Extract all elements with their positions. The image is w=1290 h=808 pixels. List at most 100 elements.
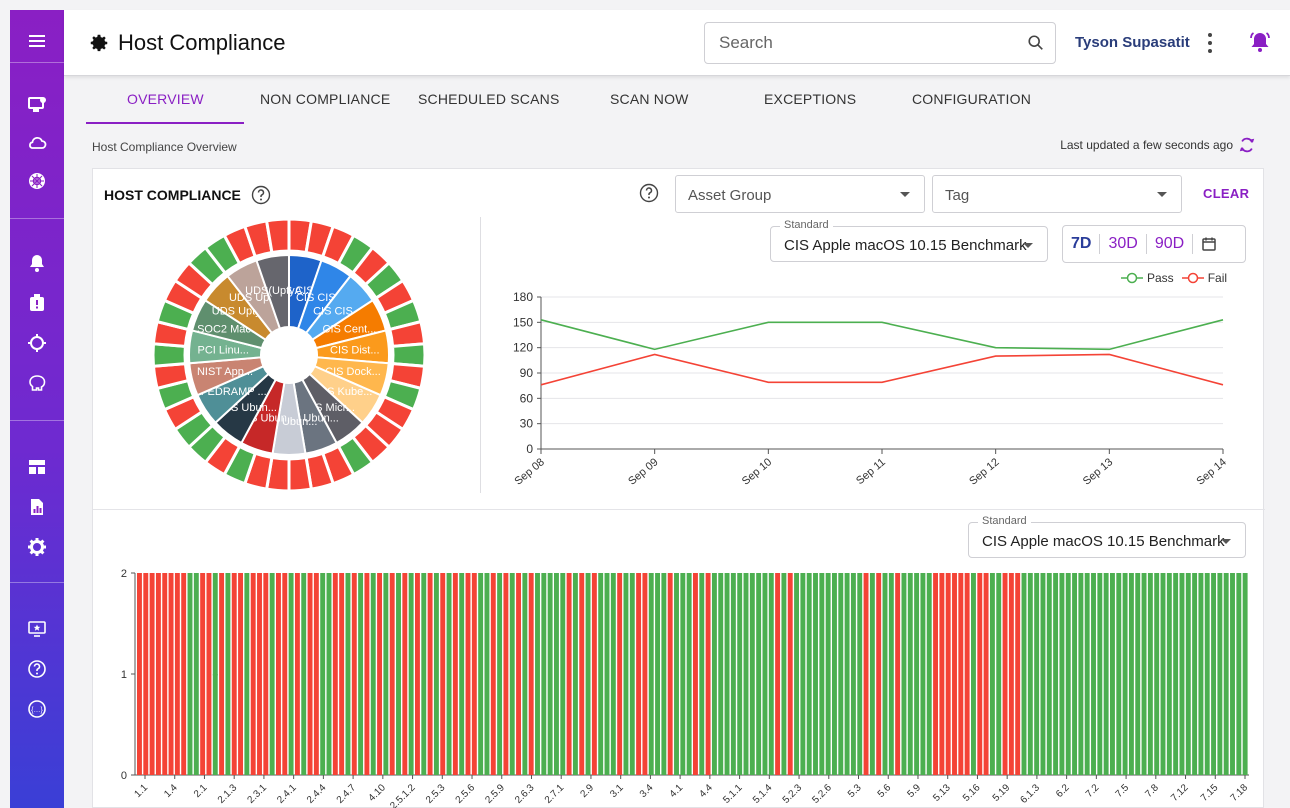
bar [838,573,844,775]
bar [149,573,155,775]
search-input[interactable] [705,23,1005,63]
kubernetes-icon[interactable] [10,166,64,196]
refresh-icon[interactable] [1238,136,1256,154]
tab-scheduled-scans[interactable]: SCHEDULED SCANS [418,91,559,107]
pie-slice-label: NIST App... [197,366,253,378]
menu-icon[interactable] [10,26,64,56]
bar [566,573,572,775]
card-title-text: HOST COMPLIANCE [104,187,241,203]
bar [408,573,414,775]
bar [730,573,736,775]
security-alert-icon[interactable] [10,288,64,318]
fail-legend-label: Fail [1207,271,1228,285]
bar [857,573,863,775]
bar [1211,573,1217,775]
bar [655,573,661,775]
bar [1084,573,1090,775]
tab-non-compliance[interactable]: NON COMPLIANCE [260,91,390,107]
bar [680,573,686,775]
sidebar-divider [10,218,64,219]
x-tick-label: Sep 10 [740,456,774,488]
standard-select-bottom[interactable]: Standard CIS Apple macOS 10.15 Benchmark [968,515,1246,558]
calendar-icon[interactable] [1201,236,1217,252]
bar [225,573,231,775]
bar [572,573,578,775]
screen-star-icon[interactable] [10,614,64,644]
clear-button[interactable]: CLEAR [1203,186,1249,201]
pie-center [263,329,315,381]
search-icon[interactable] [1027,34,1045,52]
x-tick-label: 4.10 [366,782,388,804]
bar [585,573,591,775]
report-icon[interactable] [10,492,64,522]
bar [813,573,818,775]
bar [377,573,383,775]
card-title: HOST COMPLIANCE [104,185,271,205]
range-7d-button[interactable]: 7D [1063,235,1099,253]
bar [1236,573,1242,775]
x-tick-label: 1.1 [133,782,151,800]
target-icon[interactable] [10,328,64,358]
brain-icon[interactable] [10,368,64,398]
filter-help-icon[interactable] [639,183,659,203]
bar [1027,573,1033,775]
bar [617,573,623,775]
bar-split-marker [212,674,218,676]
x-tick-label: 5.3 [846,782,864,800]
bar [863,573,869,775]
bar [174,573,180,775]
standard-select-top[interactable]: Standard CIS Apple macOS 10.15 Benchmark [770,219,1048,262]
bar [781,573,787,775]
bar [402,573,408,775]
dashboard-icon[interactable] [10,452,64,482]
tab-configuration[interactable]: CONFIGURATION [912,91,1031,107]
bar [1141,573,1147,775]
tab-exceptions[interactable]: EXCEPTIONS [764,91,856,107]
benchmark-pie-chart: CIS CIS ...CIS CIS...CIS CIS...CIS Cent.… [151,217,427,493]
chevron-down-icon [1023,243,1033,248]
y-tick-label: 60 [520,391,534,405]
help-icon[interactable] [10,654,64,684]
bar [933,573,939,775]
x-tick-label: 2.4.7 [335,782,359,806]
user-name[interactable]: Tyson Supasatit [1075,34,1190,51]
asset-group-select[interactable]: Asset Group [675,175,925,213]
bar [844,573,850,775]
bar [440,573,446,775]
fail-legend-icon [1181,272,1204,284]
bar [522,573,528,775]
tab-scan-now[interactable]: SCAN NOW [610,91,689,107]
more-options-icon[interactable] [1202,30,1218,56]
y-tick-label: 2 [121,568,127,580]
bar [490,573,496,775]
notification-bell-icon[interactable] [1248,30,1272,54]
bar [219,573,225,775]
settings-icon[interactable] [10,532,64,562]
search-box[interactable] [704,22,1056,64]
bar [1110,573,1115,775]
svg-text:{…}: {…} [31,707,43,714]
desktop-settings-icon[interactable] [10,90,64,120]
bar [415,573,420,775]
y-tick-label: 180 [513,290,533,304]
bell-icon[interactable] [10,248,64,278]
bar [187,573,193,775]
bar [535,573,540,775]
bar [989,573,995,775]
bar [1204,573,1210,775]
bar [162,573,168,775]
help-icon[interactable] [251,185,271,205]
api-icon[interactable]: {…} [10,694,64,724]
bar [756,573,762,775]
bar [598,573,604,775]
tag-select[interactable]: Tag [932,175,1182,213]
range-90d-button[interactable]: 90D [1147,235,1192,253]
x-tick-label: 2.4.4 [305,782,329,806]
tab-overview[interactable]: OVERVIEW [127,91,204,107]
x-tick-label: 2.5.9 [483,782,507,806]
bar [301,573,307,775]
bar [1135,573,1141,775]
cloud-icon[interactable] [10,128,64,158]
range-30d-button[interactable]: 30D [1100,235,1145,253]
bar [762,573,768,775]
